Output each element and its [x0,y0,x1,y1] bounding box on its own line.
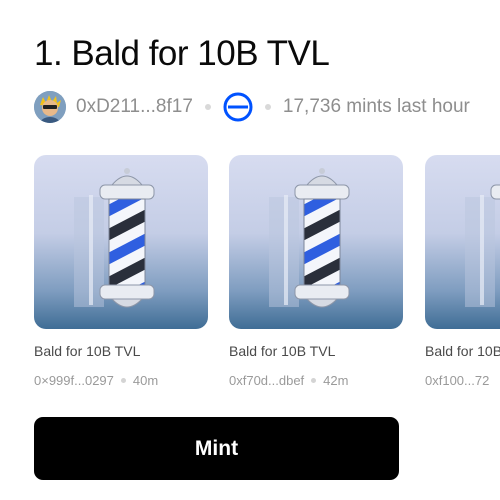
collection-meta: 0xD211...8f17 17,736 mints last hour [34,90,470,124]
card-title: Bald for 10B TVL [229,343,336,359]
separator-dot [120,378,126,383]
nft-card[interactable]: Bald for 10B TVL 0×999f...0297 40m [34,155,208,388]
mints-count: 17,736 mints last hour [282,96,470,117]
barber-pole-image [34,155,208,329]
barber-pole-image [425,155,500,329]
separator-dot [311,378,317,383]
separator-dot [264,104,271,110]
card-address[interactable]: 0xf100...72 [425,373,489,388]
card-address[interactable]: 0×999f...0297 [34,373,114,388]
creator-address[interactable]: 0xD211...8f17 [76,96,193,118]
card-meta: 0xf100...72 [425,373,489,388]
chain-logo-icon [223,92,253,122]
mint-button[interactable]: Mint [34,417,399,480]
separator-dot [204,104,211,110]
nft-card[interactable]: Bald for 10B TVL 0xf100...72 [425,155,500,395]
creator-avatar[interactable] [34,91,66,123]
card-time: 40m [132,373,159,388]
card-meta: 0×999f...0297 40m [34,373,158,388]
page-title: 1. Bald for 10B TVL [34,34,330,73]
card-meta: 0xf70d...dbef 42m [229,373,348,388]
barber-pole-image [229,155,403,329]
card-title: Bald for 10B TVL [425,343,500,359]
card-title: Bald for 10B TVL [34,343,141,359]
card-address[interactable]: 0xf70d...dbef [229,373,304,388]
card-time: 42m [323,373,349,388]
nft-card[interactable]: Bald for 10B TVL 0xf70d...dbef 42m [229,155,403,388]
